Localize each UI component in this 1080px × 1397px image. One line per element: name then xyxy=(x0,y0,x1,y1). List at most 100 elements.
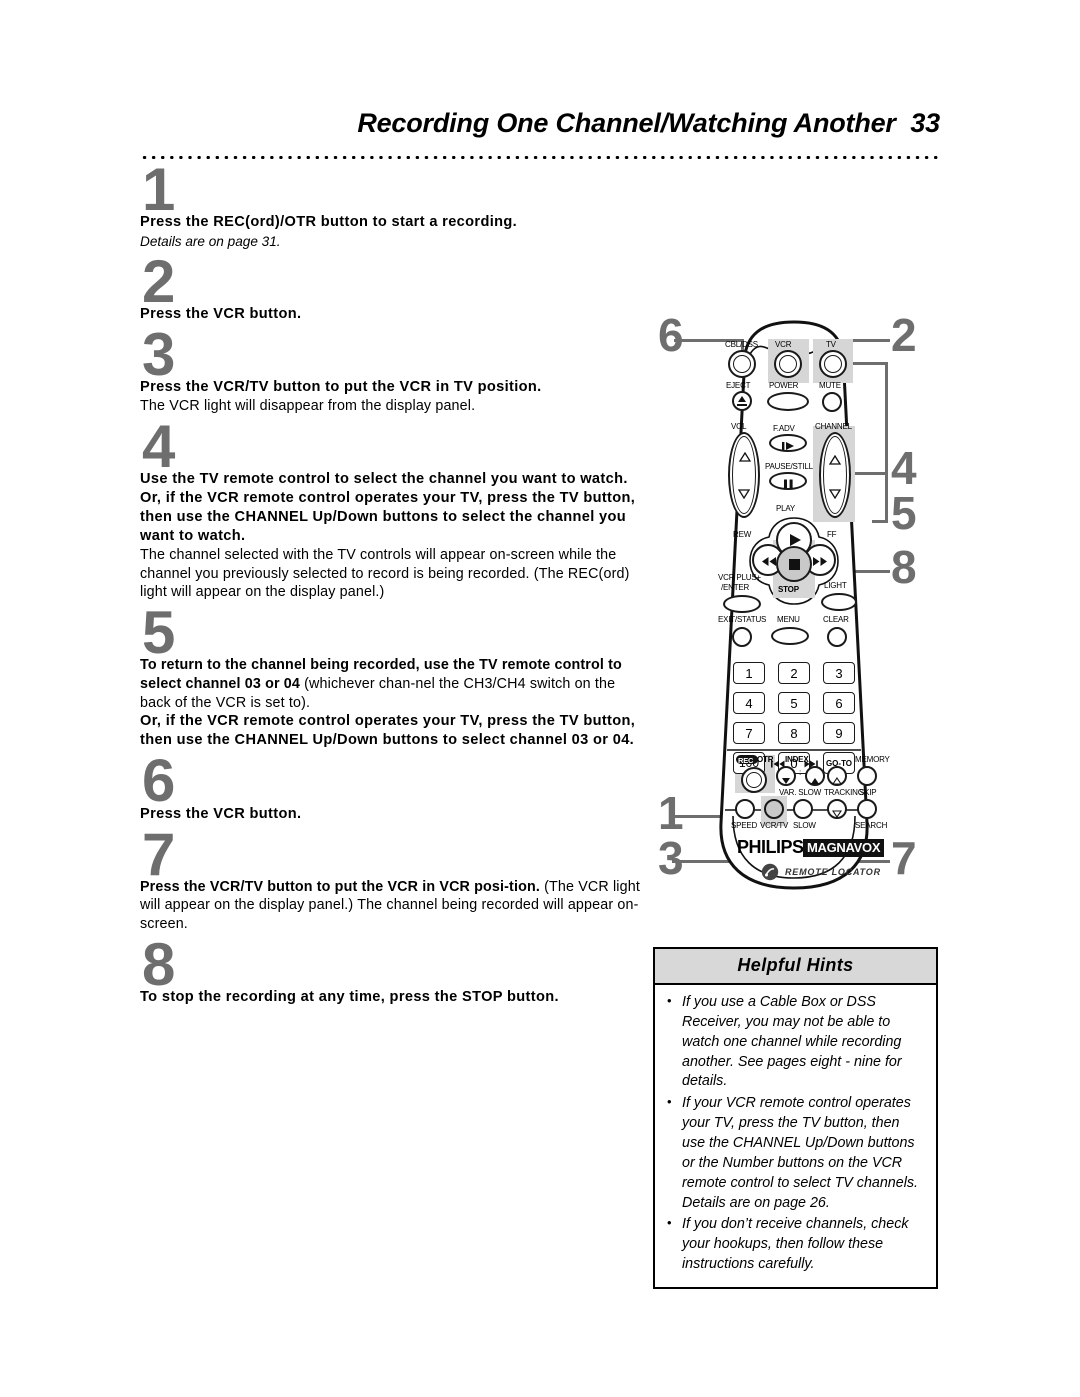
step-title: To return to the channel being recorded,… xyxy=(140,656,640,712)
label-vcr: VCR xyxy=(775,340,792,349)
label-eject: EJECT xyxy=(726,381,751,390)
numkey-1[interactable]: 1 xyxy=(733,662,765,684)
button-rec-otr-inner xyxy=(746,772,762,788)
instruction-steps: 1 Press the REC(ord)/OTR button to start… xyxy=(140,156,640,1007)
label-exit-status: EXIT/STATUS xyxy=(718,615,767,624)
label-slow: SLOW xyxy=(793,821,816,830)
step-5: 5 To return to the channel being recorde… xyxy=(140,599,640,750)
callout-8: 8 xyxy=(891,541,917,593)
button-vcr-inner xyxy=(779,355,797,373)
step-title: To stop the recording at any time, press… xyxy=(140,989,559,1006)
channel-up-icon xyxy=(828,452,842,470)
button-search[interactable] xyxy=(857,799,877,819)
callout-4: 4 xyxy=(891,442,917,494)
label-clear: CLEAR xyxy=(823,615,849,624)
rewind-icon xyxy=(761,554,777,572)
label-tracking: TRACKING xyxy=(824,788,864,797)
step-2: 2 Press the VCR button. xyxy=(140,247,640,324)
numkey-4[interactable]: 4 xyxy=(733,692,765,714)
label-light: LIGHT xyxy=(824,581,847,590)
callout-1: 1 xyxy=(658,787,684,839)
label-f-adv: F.ADV xyxy=(773,424,795,433)
label-vcr-tv: VCR/TV xyxy=(760,821,789,830)
label-memory: MEMORY xyxy=(855,755,890,764)
step-title: Press the VCR/TV button to put the VCR i… xyxy=(140,878,640,934)
page-header: Recording One Channel/Watching Another 3… xyxy=(140,108,940,139)
step-title: Press the VCR button. xyxy=(140,805,302,822)
label-mute: MUTE xyxy=(819,381,841,390)
step-title: Press the REC(ord)/OTR button to start a… xyxy=(140,214,518,231)
label-stop: STOP xyxy=(778,585,799,594)
vol-down-icon xyxy=(737,486,751,504)
button-menu[interactable] xyxy=(771,627,809,645)
numkey-7[interactable]: 7 xyxy=(733,722,765,744)
button-memory[interactable] xyxy=(857,766,877,786)
step-number: 3 xyxy=(142,320,175,388)
step-note: Details are on page 31. xyxy=(140,234,281,250)
header-dotted-divider xyxy=(140,155,940,160)
numkey-9[interactable]: 9 xyxy=(823,722,855,744)
label-pause-still: PAUSE/STILL xyxy=(765,462,813,471)
step-title-bold: Press the VCR/TV button to put the VCR i… xyxy=(140,878,540,895)
step-6: 6 Press the VCR button. xyxy=(140,751,640,823)
step-number: 1 xyxy=(142,156,175,223)
remote-locator-label: REMOTE LOCATOR xyxy=(785,867,881,877)
label-vol: VOL xyxy=(731,422,747,431)
numkey-2[interactable]: 2 xyxy=(778,662,810,684)
step-title: Press the VCR button. xyxy=(140,306,302,323)
label-menu: MENU xyxy=(777,615,800,624)
callout-3: 3 xyxy=(658,832,684,884)
helpful-hints-list: If you use a Cable Box or DSS Receiver, … xyxy=(655,985,936,1287)
step-number: 7 xyxy=(142,820,175,888)
brand-philips: PHILIPS xyxy=(737,837,804,857)
helpful-hints-box: Helpful Hints If you use a Cable Box or … xyxy=(653,947,938,1290)
button-light[interactable] xyxy=(821,593,857,611)
step-1: 1 Press the REC(ord)/OTR button to start… xyxy=(140,156,640,251)
page-number: 33 xyxy=(910,108,940,138)
leader-line-4-vert xyxy=(885,362,888,522)
label-var-slow: VAR. SLOW xyxy=(779,788,822,797)
step-title: Press the VCR/TV button to put the VCR i… xyxy=(140,379,542,396)
label-channel: CHANNEL xyxy=(815,422,852,431)
eject-icon-bar xyxy=(737,404,747,406)
numkey-5[interactable]: 5 xyxy=(778,692,810,714)
step-8: 8 To stop the recording at any time, pre… xyxy=(140,934,640,1007)
callout-6: 6 xyxy=(658,309,684,361)
tracking-down-icon xyxy=(831,805,843,823)
label-play: PLAY xyxy=(776,504,796,513)
button-power[interactable] xyxy=(767,392,809,411)
button-mute[interactable] xyxy=(822,392,842,412)
step-body: The VCR light will disappear from the di… xyxy=(140,398,476,415)
hint-item: If you use a Cable Box or DSS Receiver, … xyxy=(665,992,926,1092)
label-var-slow-divider: : xyxy=(799,768,802,777)
button-speed[interactable] xyxy=(735,799,755,819)
callout-2: 2 xyxy=(891,309,917,361)
numkey-6[interactable]: 6 xyxy=(823,692,855,714)
button-slow[interactable] xyxy=(793,799,813,819)
label-ff: FF xyxy=(827,530,837,539)
step-3: 3 Press the VCR/TV button to put the VCR… xyxy=(140,320,640,416)
step-title-second: Or, if the VCR remote control operates y… xyxy=(140,713,636,749)
button-exit-status[interactable] xyxy=(732,627,752,647)
eject-icon xyxy=(738,396,746,402)
numkey-8[interactable]: 8 xyxy=(778,722,810,744)
button-tv-inner xyxy=(824,355,842,373)
callout-7: 7 xyxy=(891,832,917,884)
label-search: SEARCH xyxy=(855,821,888,830)
label-rew: REW xyxy=(733,530,752,539)
button-vcr-tv[interactable] xyxy=(764,799,784,819)
step-7: 7 Press the VCR/TV button to put the VCR… xyxy=(140,820,640,934)
remote-control-diagram: 6 2 4 5 8 1 3 7 CBL/DSS VCR TV EJECT POW… xyxy=(650,300,950,940)
brand-magnavox: MAGNAVOX xyxy=(803,839,885,857)
button-vcr-plus-enter[interactable] xyxy=(723,595,761,613)
step-title: Use the TV remote control to select the … xyxy=(140,471,636,544)
step-number: 5 xyxy=(142,599,175,667)
hint-item: If you don’t receive channels, check you… xyxy=(665,1214,926,1275)
numkey-3[interactable]: 3 xyxy=(823,662,855,684)
f-adv-icon xyxy=(781,438,797,456)
remote-body: CBL/DSS VCR TV EJECT POWER MUTE VOL F.AD… xyxy=(705,318,890,898)
label-rec: REC xyxy=(738,755,754,765)
button-clear[interactable] xyxy=(827,627,847,647)
manual-page: Recording One Channel/Watching Another 3… xyxy=(0,0,1080,1397)
step-number: 2 xyxy=(142,247,175,315)
